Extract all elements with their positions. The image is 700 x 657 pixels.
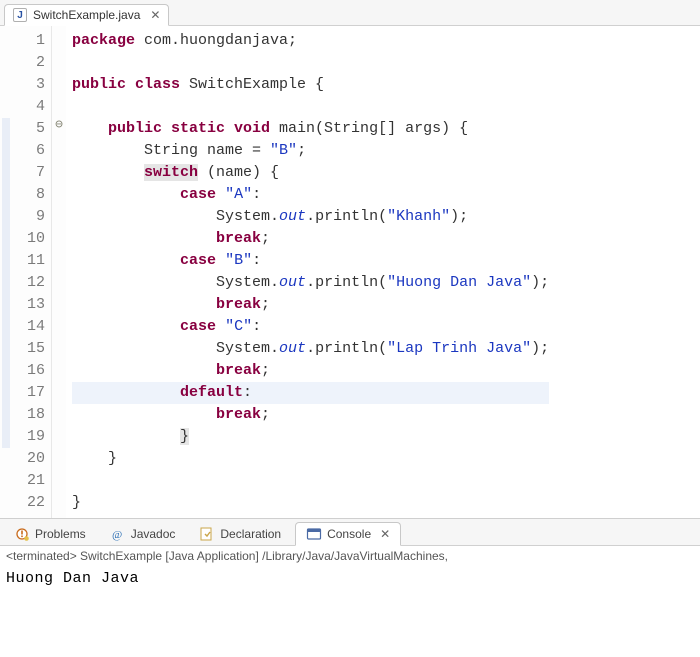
code-line[interactable]: public class SwitchExample { — [72, 74, 549, 96]
close-icon[interactable]: ✕ — [150, 8, 160, 22]
code-line[interactable]: package com.huongdanjava; — [72, 30, 549, 52]
code-line[interactable]: break; — [72, 404, 549, 426]
tab-declaration[interactable]: Declaration — [189, 523, 291, 545]
code-line[interactable]: } — [72, 448, 549, 470]
code-line[interactable]: public static void main(String[] args) { — [72, 118, 549, 140]
code-line[interactable]: case "A": — [72, 184, 549, 206]
close-icon[interactable]: ✕ — [380, 527, 390, 541]
console-icon — [306, 526, 322, 542]
code-line[interactable]: break; — [72, 360, 549, 382]
code-line[interactable]: break; — [72, 294, 549, 316]
bottom-view-tabs: Problems @ Javadoc Declaration Console ✕ — [0, 518, 700, 546]
code-editor[interactable]: 12345678910111213141516171819202122 pack… — [0, 26, 700, 518]
tab-javadoc[interactable]: @ Javadoc — [100, 523, 186, 545]
tab-label: Console — [327, 527, 371, 541]
code-line[interactable] — [72, 96, 549, 118]
console-status: <terminated> SwitchExample [Java Applica… — [0, 546, 700, 566]
tab-label: Declaration — [220, 527, 281, 541]
problems-icon — [14, 526, 30, 542]
overview-ruler — [0, 26, 12, 518]
tab-console[interactable]: Console ✕ — [295, 522, 401, 546]
line-number-gutter: 12345678910111213141516171819202122 — [12, 26, 52, 518]
code-line[interactable]: switch (name) { — [72, 162, 549, 184]
editor-tab-switchexample[interactable]: J SwitchExample.java ✕ — [4, 4, 169, 26]
code-line[interactable]: case "B": — [72, 250, 549, 272]
declaration-icon — [199, 526, 215, 542]
svg-text:@: @ — [112, 529, 122, 541]
tab-label: Problems — [35, 527, 86, 541]
tab-label: Javadoc — [131, 527, 176, 541]
folding-gutter — [52, 26, 66, 518]
code-line[interactable]: } — [72, 426, 549, 448]
code-line[interactable]: case "C": — [72, 316, 549, 338]
java-file-icon: J — [13, 8, 27, 22]
code-line[interactable]: System.out.println("Khanh"); — [72, 206, 549, 228]
code-content[interactable]: package com.huongdanjava; public class Sw… — [66, 26, 555, 518]
code-line[interactable]: System.out.println("Huong Dan Java"); — [72, 272, 549, 294]
code-line[interactable]: System.out.println("Lap Trinh Java"); — [72, 338, 549, 360]
code-line[interactable]: default: — [72, 382, 549, 404]
editor-tab-bar: J SwitchExample.java ✕ — [0, 0, 700, 26]
tab-problems[interactable]: Problems — [4, 523, 96, 545]
editor-tab-label: SwitchExample.java — [33, 8, 140, 22]
code-line[interactable]: break; — [72, 228, 549, 250]
code-line[interactable]: String name = "B"; — [72, 140, 549, 162]
javadoc-icon: @ — [110, 526, 126, 542]
code-line[interactable] — [72, 470, 549, 492]
console-output[interactable]: Huong Dan Java — [0, 566, 700, 591]
code-line[interactable] — [72, 52, 549, 74]
code-line[interactable]: } — [72, 492, 549, 514]
